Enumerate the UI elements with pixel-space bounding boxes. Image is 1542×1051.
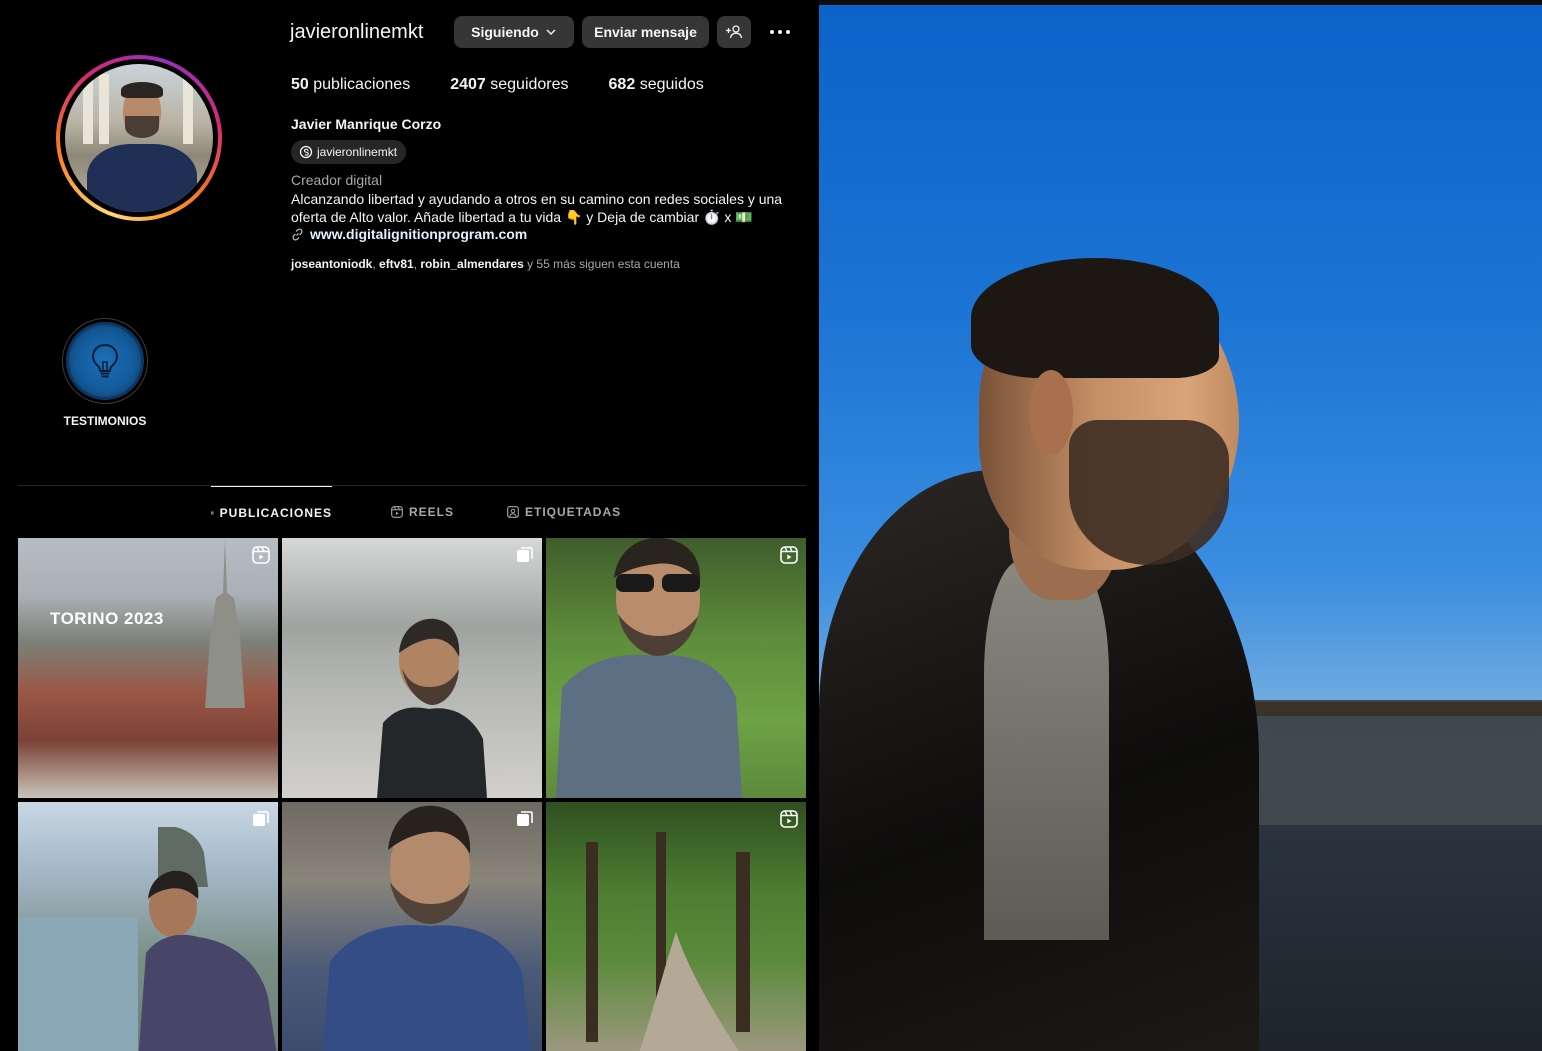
highlight-label: TESTIMONIOS (63, 414, 147, 428)
profile-bio: Alcanzando libertad y ayudando a otros e… (291, 191, 783, 225)
add-user-icon (726, 25, 743, 39)
send-message-button[interactable]: Enviar mensaje (582, 16, 709, 48)
threads-badge[interactable]: javieronlinemkt (291, 140, 407, 164)
profile-full-name: Javier Manrique Corzo (291, 116, 442, 132)
website-url: www.digitalignitionprogram.com (310, 226, 528, 242)
instagram-profile-panel: javieronlinemkt Siguiendo Enviar mensaje… (0, 0, 819, 1051)
post-thumbnail[interactable] (546, 538, 806, 798)
profile-category: Creador digital (291, 172, 383, 188)
carousel-icon (517, 547, 533, 562)
post-thumbnail[interactable] (282, 802, 542, 1051)
featured-photo (819, 0, 1542, 1051)
following-button-label: Siguiendo (471, 24, 539, 40)
lightbulb-icon (91, 343, 119, 378)
posts-count: 50 publicaciones (291, 76, 411, 93)
reel-icon (780, 810, 798, 828)
tab-etiquetadas[interactable]: ETIQUETADAS (507, 486, 621, 538)
more-dots-icon (770, 30, 774, 34)
link-icon (292, 228, 303, 240)
post-thumbnail[interactable] (18, 802, 278, 1051)
post-thumbnail[interactable]: TORINO 2023 (18, 538, 278, 798)
avatar-photo (65, 64, 213, 212)
highlight-testimonios[interactable] (62, 318, 148, 404)
following-link[interactable]: 682 seguidos (609, 76, 704, 94)
post-thumbnail[interactable] (546, 802, 806, 1051)
profile-website-link[interactable]: www.digitalignitionprogram.com (291, 226, 527, 242)
following-button[interactable]: Siguiendo (454, 16, 574, 48)
posts-grid: TORINO 2023 (18, 538, 806, 1051)
tab-publicaciones[interactable]: PUBLICACIONES (211, 486, 332, 538)
threads-icon (299, 145, 313, 159)
post-caption: TORINO 2023 (50, 609, 164, 628)
suggest-users-button[interactable] (717, 16, 751, 48)
tagged-icon (507, 506, 519, 518)
more-options-button[interactable] (766, 22, 794, 42)
profile-username: javieronlinemkt (290, 21, 424, 43)
carousel-icon (517, 811, 533, 826)
reel-icon (780, 546, 798, 564)
profile-avatar[interactable] (56, 55, 222, 221)
reel-icon (252, 546, 270, 564)
grid-icon (211, 511, 214, 514)
reels-icon (391, 506, 403, 518)
tab-reels[interactable]: REELS (391, 486, 454, 538)
mutual-follower[interactable]: robin_almendares (420, 257, 523, 271)
profile-stats: 50 publicaciones 2407 seguidores 682 seg… (291, 76, 744, 94)
mutual-follower[interactable]: eftv81 (379, 257, 414, 271)
mutual-followers-note[interactable]: joseantoniodk, eftv81, robin_almendares … (291, 257, 680, 271)
followers-link[interactable]: 2407 seguidores (450, 76, 568, 94)
send-message-label: Enviar mensaje (594, 24, 697, 40)
carousel-icon (253, 811, 269, 826)
mutual-follower[interactable]: joseantoniodk (291, 257, 372, 271)
threads-handle: javieronlinemkt (317, 145, 398, 159)
chevron-down-icon (546, 29, 556, 35)
post-thumbnail[interactable] (282, 538, 542, 798)
